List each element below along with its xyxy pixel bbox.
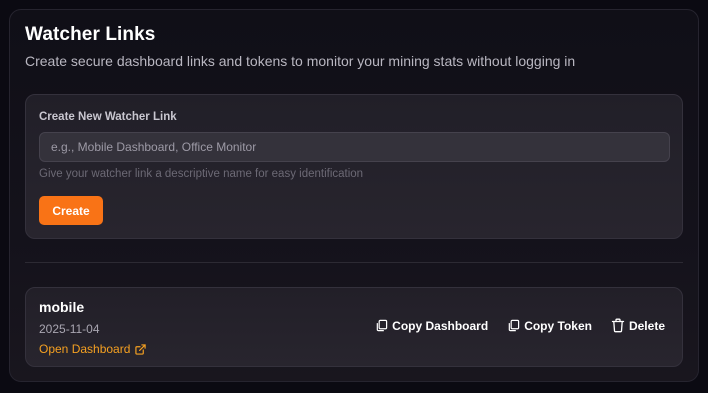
copy-icon [375,319,388,332]
watcher-name-input[interactable] [39,132,670,162]
delete-label: Delete [628,318,665,333]
create-form-label: Create New Watcher Link [39,111,177,123]
create-button[interactable]: Create [39,196,103,225]
watcher-link-item: mobile 2025-11-04 Open Dashboard Copy Da… [25,287,683,367]
external-link-icon [135,343,147,355]
open-dashboard-link[interactable]: Open Dashboard [39,342,147,356]
copy-dashboard-button[interactable]: Copy Dashboard [375,319,488,333]
copy-token-button[interactable]: Copy Token [507,319,592,333]
divider [25,262,683,263]
watcher-links-panel: Watcher Links Create secure dashboard li… [9,9,699,382]
trash-icon [611,318,625,333]
page-title: Watcher Links [25,24,156,45]
open-dashboard-label: Open Dashboard [39,342,131,356]
copy-token-label: Copy Token [524,318,592,333]
link-actions: Copy Dashboard Copy Token Delete [375,318,665,333]
copy-icon [507,319,520,332]
link-date: 2025-11-04 [39,322,100,336]
delete-button[interactable]: Delete [611,318,665,333]
create-watcher-link-card: Create New Watcher Link Give your watche… [25,94,683,239]
link-name: mobile [39,299,85,315]
copy-dashboard-label: Copy Dashboard [392,318,489,333]
page-subtitle: Create secure dashboard links and tokens… [25,53,576,69]
input-hint: Give your watcher link a descriptive nam… [39,168,364,180]
